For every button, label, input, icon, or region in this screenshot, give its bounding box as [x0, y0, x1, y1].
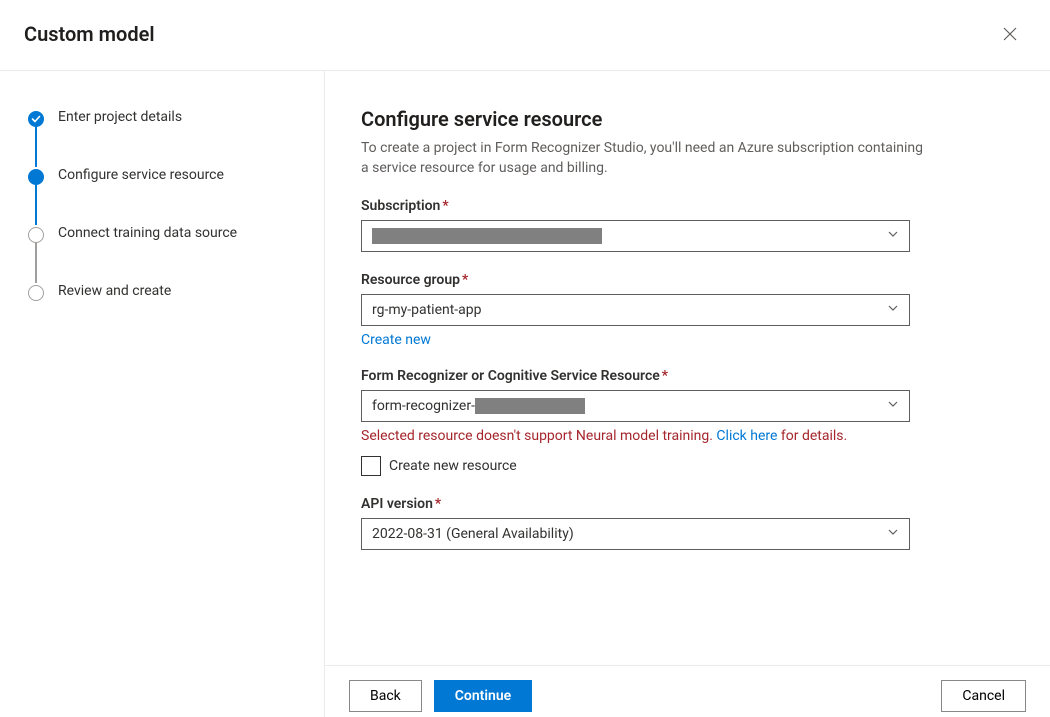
wizard-steps-sidebar: Enter project details Configure service … — [0, 71, 325, 717]
page-title: Configure service resource — [361, 107, 1010, 131]
continue-button[interactable]: Continue — [434, 680, 532, 712]
step-indicator-current — [28, 169, 44, 185]
field-resource-group: Resource group* rg-my-patient-app Create… — [361, 272, 910, 348]
field-subscription: Subscription* — [361, 198, 910, 252]
create-new-resource-checkbox[interactable] — [361, 456, 381, 476]
step-label: Connect training data source — [58, 225, 237, 241]
fr-resource-dropdown[interactable]: form-recognizer- — [361, 390, 910, 422]
step-label: Configure service resource — [58, 167, 224, 183]
dialog-footer: Back Continue Cancel — [325, 665, 1050, 717]
field-fr-resource: Form Recognizer or Cognitive Service Res… — [361, 368, 910, 476]
create-new-resource-label: Create new resource — [389, 458, 517, 474]
step-indicator-upcoming — [28, 285, 44, 301]
step-indicator-done — [28, 111, 44, 127]
create-new-resource-checkbox-row: Create new resource — [361, 456, 910, 476]
close-button[interactable] — [994, 18, 1026, 50]
redacted-text — [372, 228, 602, 244]
neural-details-link[interactable]: Click here — [716, 428, 777, 444]
api-version-label: API version* — [361, 496, 910, 512]
required-marker: * — [462, 272, 468, 288]
chevron-down-icon — [887, 302, 899, 318]
step-enter-project-details[interactable]: Enter project details — [28, 109, 324, 127]
fr-resource-label: Form Recognizer or Cognitive Service Res… — [361, 368, 910, 384]
required-marker: * — [442, 198, 448, 214]
subscription-value — [372, 228, 887, 244]
resource-group-label: Resource group* — [361, 272, 910, 288]
fr-resource-value: form-recognizer- — [372, 398, 887, 414]
checkmark-icon — [31, 114, 41, 124]
dialog-title: Custom model — [24, 22, 155, 46]
resource-group-value: rg-my-patient-app — [372, 302, 887, 318]
step-label: Review and create — [58, 283, 171, 299]
chevron-down-icon — [887, 526, 899, 542]
chevron-down-icon — [887, 228, 899, 244]
resource-group-dropdown[interactable]: rg-my-patient-app — [361, 294, 910, 326]
create-new-resource-group-link[interactable]: Create new — [361, 332, 910, 348]
required-marker: * — [435, 496, 441, 512]
api-version-value: 2022-08-31 (General Availability) — [372, 526, 887, 542]
dialog-header: Custom model — [0, 0, 1050, 71]
close-icon — [1003, 27, 1017, 41]
back-button[interactable]: Back — [349, 680, 422, 712]
step-indicator-upcoming — [28, 227, 44, 243]
required-marker: * — [662, 368, 668, 384]
subscription-dropdown[interactable] — [361, 220, 910, 252]
step-connector — [35, 185, 37, 225]
subscription-label: Subscription* — [361, 198, 910, 214]
step-connector — [35, 127, 37, 167]
fr-resource-warning: Selected resource doesn't support Neural… — [361, 428, 910, 444]
step-configure-service-resource[interactable]: Configure service resource — [28, 167, 324, 185]
step-label: Enter project details — [58, 109, 182, 125]
field-api-version: API version* 2022-08-31 (General Availab… — [361, 496, 910, 550]
chevron-down-icon — [887, 398, 899, 414]
step-review-and-create[interactable]: Review and create — [28, 283, 324, 301]
step-connector — [35, 243, 37, 283]
page-description: To create a project in Form Recognizer S… — [361, 139, 931, 178]
step-connect-training-data-source[interactable]: Connect training data source — [28, 225, 324, 243]
form-content-area: Configure service resource To create a p… — [325, 71, 1050, 665]
redacted-text — [475, 398, 585, 414]
api-version-dropdown[interactable]: 2022-08-31 (General Availability) — [361, 518, 910, 550]
cancel-button[interactable]: Cancel — [941, 680, 1026, 712]
